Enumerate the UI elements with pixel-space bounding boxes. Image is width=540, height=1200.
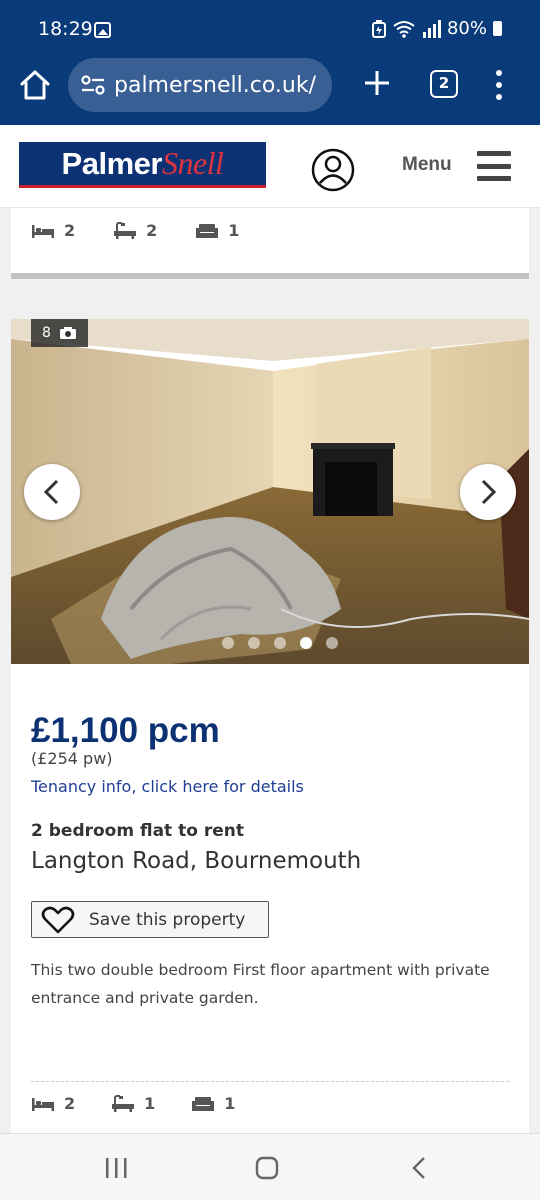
- battery-icon: [493, 21, 502, 36]
- status-time: 18:29: [38, 18, 93, 40]
- signal-icon: [422, 19, 441, 38]
- more-options-icon[interactable]: [492, 70, 506, 100]
- card-divider: [31, 1081, 509, 1082]
- carousel-dot[interactable]: [326, 637, 338, 649]
- chevron-right-icon: [481, 479, 497, 505]
- account-icon[interactable]: [311, 148, 355, 192]
- bathrooms-feature: 1: [111, 1094, 155, 1113]
- new-tab-icon[interactable]: [362, 68, 392, 98]
- carousel-dots: [11, 637, 529, 649]
- bed-icon: [32, 224, 54, 238]
- receptions-count: 1: [228, 221, 240, 240]
- status-indicators: 80%: [371, 18, 502, 39]
- bathrooms-count: 2: [146, 221, 158, 240]
- browser-toolbar: palmersnell.co.uk/ 2: [0, 58, 540, 125]
- bedrooms-feature: 2: [31, 1094, 75, 1113]
- property-address[interactable]: Langton Road, Bournemouth: [31, 848, 361, 874]
- bedrooms-count: 2: [64, 1094, 76, 1113]
- menu-label[interactable]: Menu: [402, 154, 452, 176]
- property-price: £1,100 pcm: [31, 711, 220, 750]
- logo-text-palmer: Palmer: [61, 145, 163, 181]
- property-description: This two double bedroom First floor apar…: [31, 961, 490, 1007]
- system-navigation-bar: [0, 1133, 540, 1200]
- bedrooms-count: 2: [64, 221, 76, 240]
- home-icon[interactable]: [18, 68, 52, 102]
- receptions-count: 1: [224, 1094, 236, 1113]
- gallery-notification-icon: [94, 22, 111, 38]
- site-settings-icon[interactable]: [80, 74, 106, 96]
- bathrooms-feature: 2: [113, 221, 157, 240]
- receptions-feature: 1: [195, 221, 239, 240]
- heart-icon: [41, 906, 75, 933]
- bath-icon: [112, 1094, 135, 1112]
- previous-photo-button[interactable]: [24, 464, 80, 520]
- bed-icon: [32, 1097, 54, 1111]
- carousel-dot[interactable]: [300, 637, 312, 649]
- photo-count: 8: [42, 325, 51, 341]
- carousel-dot[interactable]: [274, 637, 286, 649]
- next-photo-button[interactable]: [460, 464, 516, 520]
- sofa-icon: [196, 223, 219, 238]
- recent-apps-icon[interactable]: [96, 1152, 136, 1184]
- palmer-snell-logo[interactable]: Palmer Snell: [19, 142, 266, 188]
- sofa-icon: [192, 1096, 215, 1111]
- save-property-label: Save this property: [89, 909, 246, 930]
- receptions-feature: 1: [191, 1094, 235, 1113]
- bath-icon: [114, 221, 137, 239]
- listing-features: 2 1 1: [31, 1094, 235, 1113]
- carousel-dot[interactable]: [248, 637, 260, 649]
- save-property-button[interactable]: Save this property: [31, 901, 269, 938]
- wifi-icon: [393, 20, 415, 38]
- hamburger-menu-icon[interactable]: [477, 151, 511, 181]
- url-text: palmersnell.co.uk/: [114, 72, 316, 98]
- carousel-dot[interactable]: [222, 637, 234, 649]
- site-header: Palmer Snell Menu: [0, 125, 540, 208]
- property-listing-card: 8 £1,100 pcm (£254 pw) Tenancy info, cli…: [11, 319, 529, 1139]
- tab-switcher-button[interactable]: 2: [430, 70, 458, 98]
- tenancy-info-link[interactable]: Tenancy info, click here for details: [31, 777, 304, 796]
- photo-count-badge: 8: [31, 319, 88, 347]
- home-nav-icon[interactable]: [247, 1152, 287, 1184]
- room-photo: [11, 319, 529, 664]
- logo-text-snell: Snell: [161, 145, 224, 181]
- bedrooms-feature: 2: [31, 221, 75, 240]
- battery-saver-icon: [371, 19, 386, 38]
- chevron-left-icon: [43, 479, 59, 505]
- camera-icon: [59, 327, 76, 339]
- property-photo-carousel[interactable]: 8: [11, 319, 529, 664]
- previous-listing-features: 2 2 1: [31, 221, 239, 240]
- address-bar[interactable]: palmersnell.co.uk/: [68, 58, 332, 112]
- back-nav-icon[interactable]: [399, 1152, 439, 1184]
- bathrooms-count: 1: [144, 1094, 156, 1113]
- battery-percent: 80%: [446, 18, 487, 39]
- previous-listing-card[interactable]: 2 2 1: [11, 208, 529, 279]
- status-bar: 18:29 80%: [0, 0, 540, 58]
- property-type: 2 bedroom flat to rent: [31, 821, 244, 841]
- property-price-weekly: (£254 pw): [31, 749, 113, 768]
